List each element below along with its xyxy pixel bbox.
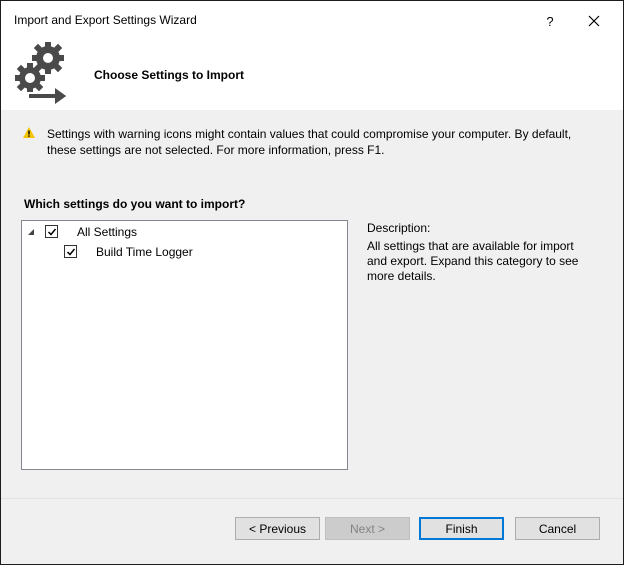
- checkmark-icon: [66, 248, 75, 256]
- step-title: Choose Settings to Import: [94, 68, 244, 82]
- all-settings-checkbox[interactable]: [45, 225, 58, 238]
- next-button[interactable]: Next >: [325, 517, 410, 540]
- settings-tree[interactable]: All Settings Build Time Logger: [21, 220, 348, 470]
- description-text: All settings that are available for impo…: [367, 239, 579, 283]
- tree-item-label: All Settings: [77, 225, 138, 239]
- expand-arrow-icon[interactable]: [28, 229, 34, 235]
- wizard-header: Choose Settings to Import: [1, 38, 623, 110]
- checkmark-icon: [47, 228, 56, 236]
- settings-gears-icon: [15, 42, 70, 104]
- cancel-button[interactable]: Cancel: [515, 517, 600, 540]
- close-icon: [588, 15, 600, 27]
- close-button[interactable]: [579, 9, 609, 33]
- footer-divider: [1, 498, 623, 499]
- previous-button[interactable]: < Previous: [235, 517, 320, 540]
- warning-text: Settings with warning icons might contai…: [47, 127, 572, 157]
- settings-question: Which settings do you want to import?: [24, 197, 246, 211]
- warning-banner: Settings with warning icons might contai…: [1, 110, 623, 170]
- description-title: Description:: [367, 221, 431, 235]
- tree-item-all-settings[interactable]: All Settings: [22, 223, 345, 241]
- warning-icon: [23, 127, 35, 138]
- help-button[interactable]: ?: [535, 9, 565, 33]
- window-title: Import and Export Settings Wizard: [14, 13, 197, 27]
- tree-item-build-time-logger[interactable]: Build Time Logger: [22, 243, 345, 261]
- title-bar: Import and Export Settings Wizard ?: [1, 1, 623, 38]
- finish-button[interactable]: Finish: [419, 517, 504, 540]
- tree-item-label: Build Time Logger: [96, 245, 193, 259]
- wizard-window: Import and Export Settings Wizard ? Choo…: [0, 0, 624, 565]
- build-time-logger-checkbox[interactable]: [64, 245, 77, 258]
